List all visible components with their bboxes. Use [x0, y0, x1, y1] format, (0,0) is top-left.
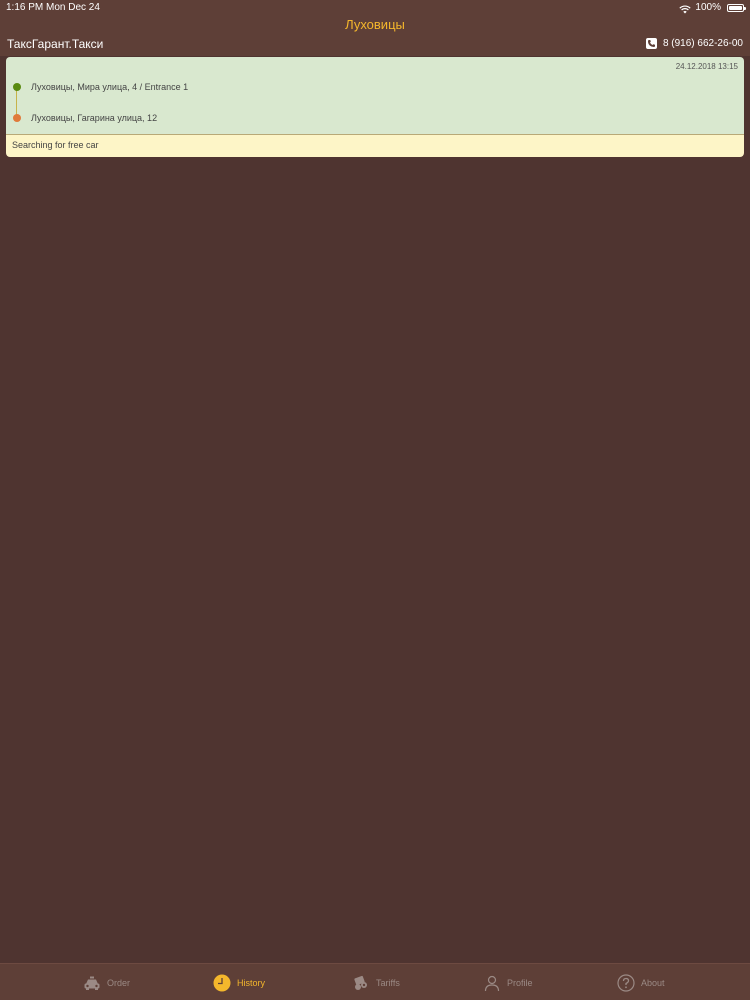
- status-bar: 1:16 PM Mon Dec 24 100%: [0, 0, 750, 16]
- tab-history[interactable]: History: [213, 964, 265, 1000]
- wifi-icon: [679, 4, 692, 13]
- order-date: 24.12.2018 13:15: [675, 62, 738, 71]
- from-address: Луховицы, Мира улица, 4 / Entrance 1: [31, 82, 189, 92]
- person-icon: [483, 974, 501, 992]
- order-card[interactable]: 24.12.2018 13:15 Луховицы, Мира улица, 4…: [6, 57, 744, 157]
- tab-profile-label: Profile: [507, 977, 533, 988]
- taxi-car-icon: [83, 974, 101, 992]
- top-header: 1:16 PM Mon Dec 24 100% Луховицы ТаксГар…: [0, 0, 750, 56]
- tab-order-label: Order: [107, 977, 131, 988]
- phone-icon: [645, 38, 657, 49]
- tab-profile[interactable]: Profile: [483, 964, 533, 1000]
- to-dot-icon: [13, 114, 21, 122]
- status-indicators: 100%: [679, 0, 746, 16]
- order-route: 24.12.2018 13:15 Луховицы, Мира улица, 4…: [6, 57, 744, 134]
- to-address: Луховицы, Гагарина улица, 12: [31, 113, 158, 123]
- app-name: ТаксГарант.Такси: [7, 37, 104, 51]
- question-icon: [617, 973, 635, 992]
- battery-percent: 100%: [695, 2, 721, 13]
- tab-about[interactable]: About: [617, 964, 665, 1000]
- tab-history-label: History: [237, 977, 266, 988]
- tab-about-label: About: [641, 977, 665, 988]
- from-dot-icon: [13, 83, 21, 91]
- tab-bar: Order History Tariffs Profile About: [0, 963, 750, 1000]
- tab-tariffs[interactable]: Tariffs: [352, 964, 400, 1000]
- status-date: Mon Dec 24: [46, 2, 100, 13]
- tab-tariffs-label: Tariffs: [376, 977, 400, 988]
- clock-icon: [213, 974, 231, 992]
- phone-number[interactable]: 8 (916) 662-26-00: [663, 38, 743, 49]
- tab-order[interactable]: Order: [83, 964, 130, 1000]
- page-title: Луховицы: [345, 17, 405, 32]
- app-root: 1:16 PM Mon Dec 24 100% Луховицы ТаксГар…: [0, 0, 750, 1000]
- battery-icon: [727, 4, 746, 12]
- order-status: Searching for free car: [6, 134, 744, 157]
- money-icon: [352, 974, 370, 992]
- phone-button[interactable]: 8 (916) 662-26-00: [645, 38, 743, 49]
- status-time: 1:16 PM: [6, 2, 44, 13]
